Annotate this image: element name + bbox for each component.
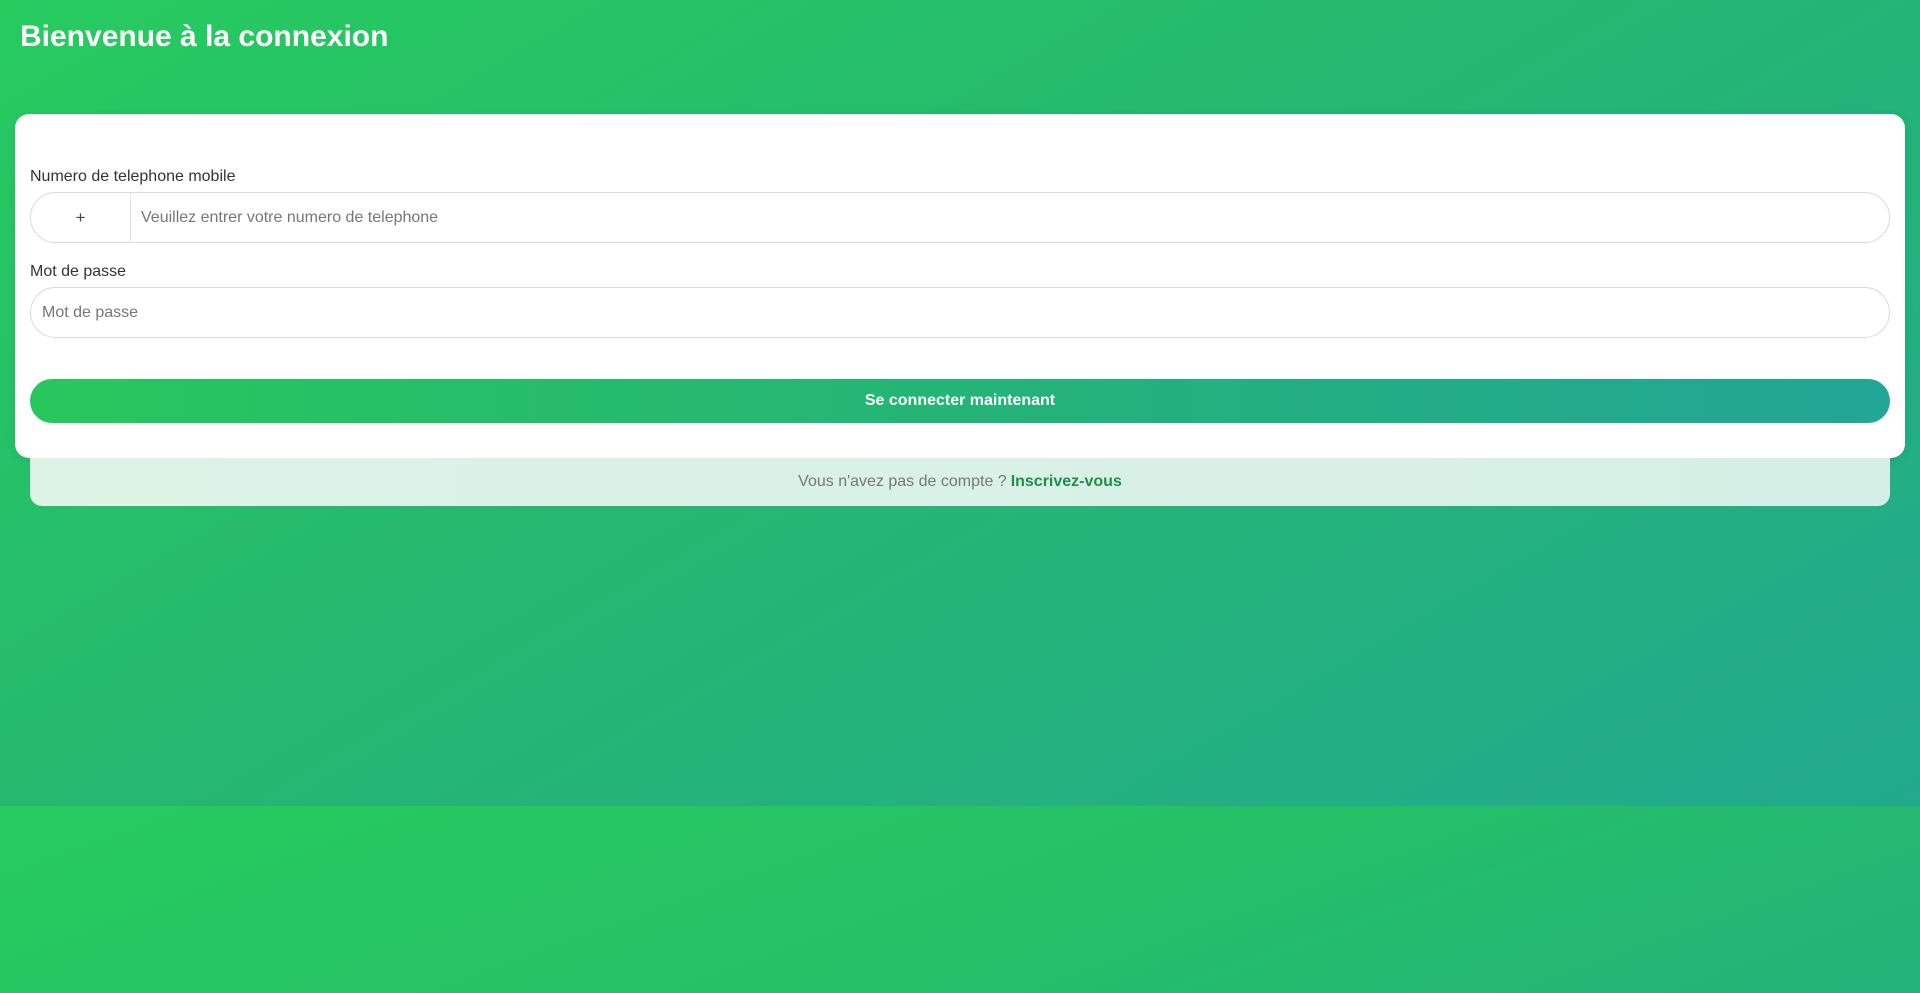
background-lower: [0, 806, 1920, 993]
page-title: Bienvenue à la connexion: [20, 20, 389, 53]
phone-field-group: +: [30, 192, 1890, 243]
password-label: Mot de passe: [30, 263, 127, 280]
country-code-selector[interactable]: +: [31, 193, 131, 242]
signup-prompt: Vous n'avez pas de compte ?: [798, 473, 1007, 490]
phone-label: Numero de telephone mobile: [30, 168, 236, 185]
phone-input[interactable]: [131, 193, 1889, 242]
signup-link[interactable]: Inscrivez-vous: [1011, 473, 1122, 491]
password-field-group: [30, 287, 1890, 338]
password-input[interactable]: [31, 288, 1889, 337]
login-button[interactable]: Se connecter maintenant: [30, 379, 1890, 423]
signup-bar: Vous n'avez pas de compte ? Inscrivez-vo…: [30, 458, 1890, 506]
login-card: Numero de telephone mobile + Mot de pass…: [15, 114, 1905, 458]
